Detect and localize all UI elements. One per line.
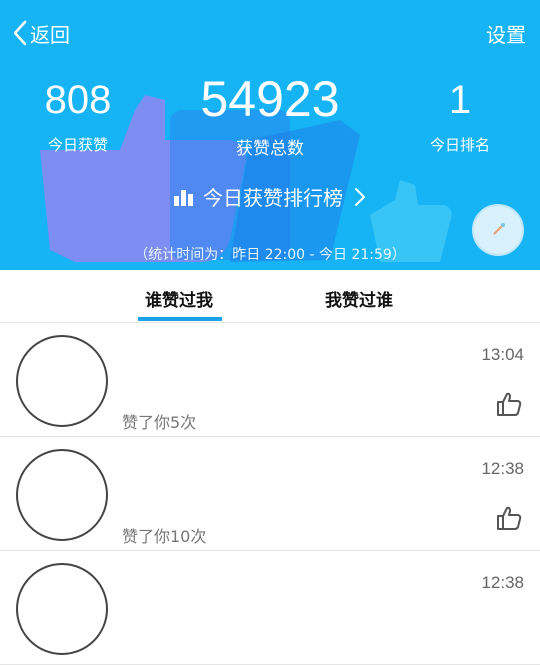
- like-count-text: 赞了你10次: [122, 527, 207, 546]
- ranking-list-label: 今日获赞排行榜: [203, 186, 343, 210]
- like-time: 12:38: [481, 573, 524, 592]
- header-banner: 返回 设置 808 今日获赞 54923 获赞总数 1 今日排名 今日获赞排行榜…: [0, 0, 540, 270]
- thumbs-up-icon[interactable]: [496, 505, 522, 531]
- ranking-list-link[interactable]: 今日获赞排行榜: [0, 182, 540, 211]
- avatar[interactable]: [16, 563, 108, 655]
- chevron-right-icon: [355, 187, 365, 206]
- active-tab-indicator: [138, 317, 222, 321]
- like-count-text: 赞了你5次: [122, 413, 197, 432]
- today-rank-stat: 1 今日排名: [410, 80, 510, 155]
- total-likes-value: 54923: [200, 71, 340, 127]
- avatar[interactable]: [16, 449, 108, 541]
- likes-list: 13:04 赞了你5次 12:38 赞了你10次 12:38: [0, 323, 540, 665]
- chevron-left-icon: [13, 20, 27, 46]
- stat-period-note: （统计时间为：昨日 22:00 - 今日 21:59）: [134, 247, 406, 263]
- back-button[interactable]: 返回: [12, 18, 70, 48]
- today-likes-value: 808: [44, 78, 112, 122]
- settings-button[interactable]: 设置: [486, 19, 526, 48]
- like-time: 12:38: [481, 459, 524, 478]
- today-likes-stat: 808 今日获赞: [28, 80, 128, 155]
- today-likes-label: 今日获赞: [47, 136, 108, 154]
- avatar[interactable]: [16, 335, 108, 427]
- total-likes-label: 获赞总数: [236, 139, 304, 159]
- tab-i-liked[interactable]: 我赞过谁: [325, 286, 393, 311]
- back-label: 返回: [30, 22, 70, 47]
- top-bar: 返回 设置: [0, 0, 540, 66]
- like-time: 13:04: [481, 345, 524, 364]
- bar-chart-icon: [174, 189, 193, 206]
- like-tabs: 谁赞过我 我赞过谁: [0, 270, 540, 323]
- user-avatar-icon: [493, 223, 505, 235]
- list-item[interactable]: 13:04 赞了你5次: [0, 323, 540, 437]
- total-likes-stat: 54923 获赞总数: [190, 74, 350, 159]
- list-item[interactable]: 12:38: [0, 551, 540, 665]
- user-avatar-button[interactable]: [472, 204, 524, 256]
- today-rank-label: 今日排名: [429, 136, 490, 154]
- tab-liked-me[interactable]: 谁赞过我: [145, 286, 213, 311]
- thumbs-up-icon[interactable]: [496, 391, 522, 417]
- today-rank-value: 1: [448, 78, 472, 122]
- list-item[interactable]: 12:38 赞了你10次: [0, 437, 540, 551]
